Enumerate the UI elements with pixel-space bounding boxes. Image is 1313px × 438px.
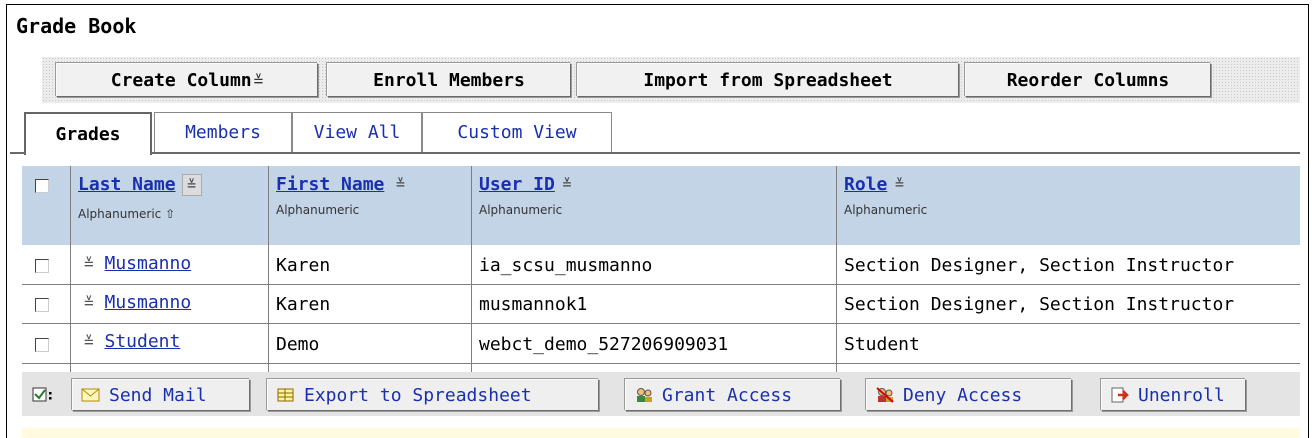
last-name-link[interactable]: Musmanno <box>104 253 191 274</box>
send-mail-label: Send Mail <box>109 384 207 406</box>
row-checkbox[interactable] <box>35 298 49 312</box>
create-column-label: Create Column <box>110 69 252 91</box>
grant-access-icon <box>634 386 654 404</box>
unenroll-button[interactable]: Unenroll <box>1101 379 1246 411</box>
last-name-link[interactable]: Musmanno <box>104 292 191 313</box>
last-name-link[interactable]: Student <box>104 331 180 352</box>
tab-view-all[interactable]: View All <box>292 112 422 152</box>
column-header-role: Role ≚ <box>844 174 909 196</box>
row-menu-icon[interactable]: ≚ <box>84 332 94 351</box>
column-type-role: Alphanumeric <box>844 203 928 217</box>
column-type-last-name: Alphanumeric ⇧ <box>78 207 176 221</box>
column-type-user-id: Alphanumeric <box>479 203 563 217</box>
tab-members[interactable]: Members <box>154 112 292 152</box>
table-header <box>22 166 1300 245</box>
row-checkbox[interactable] <box>35 259 49 273</box>
sort-last-name-link[interactable]: Last Name <box>78 174 176 195</box>
sort-user-id-link[interactable]: User ID <box>479 174 555 195</box>
deny-access-button[interactable]: Deny Access <box>866 379 1072 411</box>
first-name-cell: Karen <box>276 294 331 315</box>
import-from-spreadsheet-button[interactable]: Import from Spreadsheet <box>577 63 959 97</box>
grant-access-button[interactable]: Grant Access <box>625 379 841 411</box>
first-name-cell: Demo <box>276 334 320 355</box>
unenroll-icon <box>1110 386 1130 404</box>
grid-line <box>836 166 837 372</box>
tab-grades[interactable]: Grades <box>24 112 152 155</box>
row-menu-icon[interactable]: ≚ <box>84 293 94 312</box>
select-all-checkbox[interactable] <box>35 179 49 193</box>
grid-line <box>268 166 269 372</box>
user-id-menu-icon[interactable]: ≚ <box>557 174 577 196</box>
last-name-menu-icon[interactable]: ≚ <box>181 174 202 196</box>
grid-line <box>22 363 1300 364</box>
spreadsheet-export-icon <box>276 386 296 404</box>
export-to-spreadsheet-label: Export to Spreadsheet <box>304 384 532 406</box>
row-menu-icon[interactable]: ≚ <box>84 254 94 273</box>
grades-table: Last Name ≚ Alphanumeric ⇧ First Name ≚ Al… <box>22 166 1300 372</box>
tab-custom-view[interactable]: Custom View <box>422 112 612 152</box>
role-cell: Student <box>844 334 920 355</box>
action-bar: Send Mail Export to Spreadsheet Grant Ac… <box>22 372 1300 416</box>
user-id-cell: webct_demo_527206909031 <box>479 334 729 355</box>
create-column-button[interactable]: Create Column ≚ <box>56 63 318 97</box>
column-header-first-name: First Name ≚ <box>276 174 410 196</box>
sort-ascending-icon: ⇧ <box>165 207 176 221</box>
chevron-down-icon: ≚ <box>253 70 264 90</box>
unenroll-label: Unenroll <box>1138 384 1225 406</box>
selected-checkbox-icon <box>32 386 54 404</box>
role-menu-icon[interactable]: ≚ <box>889 174 909 196</box>
user-id-cell: musmannok1 <box>479 294 588 315</box>
deny-access-icon <box>875 386 895 404</box>
last-name-cell: ≚ Student <box>84 331 180 352</box>
send-mail-button[interactable]: Send Mail <box>72 379 250 411</box>
envelope-icon <box>81 386 101 404</box>
enroll-members-button[interactable]: Enroll Members <box>327 63 571 97</box>
tab-divider <box>10 152 1300 154</box>
grant-access-label: Grant Access <box>662 384 793 406</box>
column-header-last-name: Last Name ≚ <box>78 174 202 196</box>
grid-line <box>22 284 1300 285</box>
column-header-user-id: User ID ≚ <box>479 174 577 196</box>
grid-line <box>22 323 1300 324</box>
last-name-cell: ≚ Musmanno <box>84 292 191 313</box>
user-id-cell: ia_scsu_musmanno <box>479 255 653 276</box>
sort-first-name-link[interactable]: First Name <box>276 174 384 195</box>
export-to-spreadsheet-button[interactable]: Export to Spreadsheet <box>267 379 599 411</box>
first-name-menu-icon[interactable]: ≚ <box>390 174 410 196</box>
deny-access-label: Deny Access <box>903 384 1023 406</box>
role-cell: Section Designer, Section Instructor <box>844 255 1235 276</box>
page-title: Grade Book <box>16 14 137 38</box>
first-name-cell: Karen <box>276 255 331 276</box>
grid-line <box>70 166 71 372</box>
reorder-columns-button[interactable]: Reorder Columns <box>965 63 1211 97</box>
toolbar: Create Column ≚ Enroll Members Import fro… <box>42 57 1300 103</box>
row-checkbox[interactable] <box>35 338 49 352</box>
role-cell: Section Designer, Section Instructor <box>844 294 1235 315</box>
last-name-cell: ≚ Musmanno <box>84 253 191 274</box>
sort-role-link[interactable]: Role <box>844 174 887 195</box>
grid-line <box>471 166 472 372</box>
column-type-first-name: Alphanumeric <box>276 203 360 217</box>
message-area <box>22 428 1300 438</box>
